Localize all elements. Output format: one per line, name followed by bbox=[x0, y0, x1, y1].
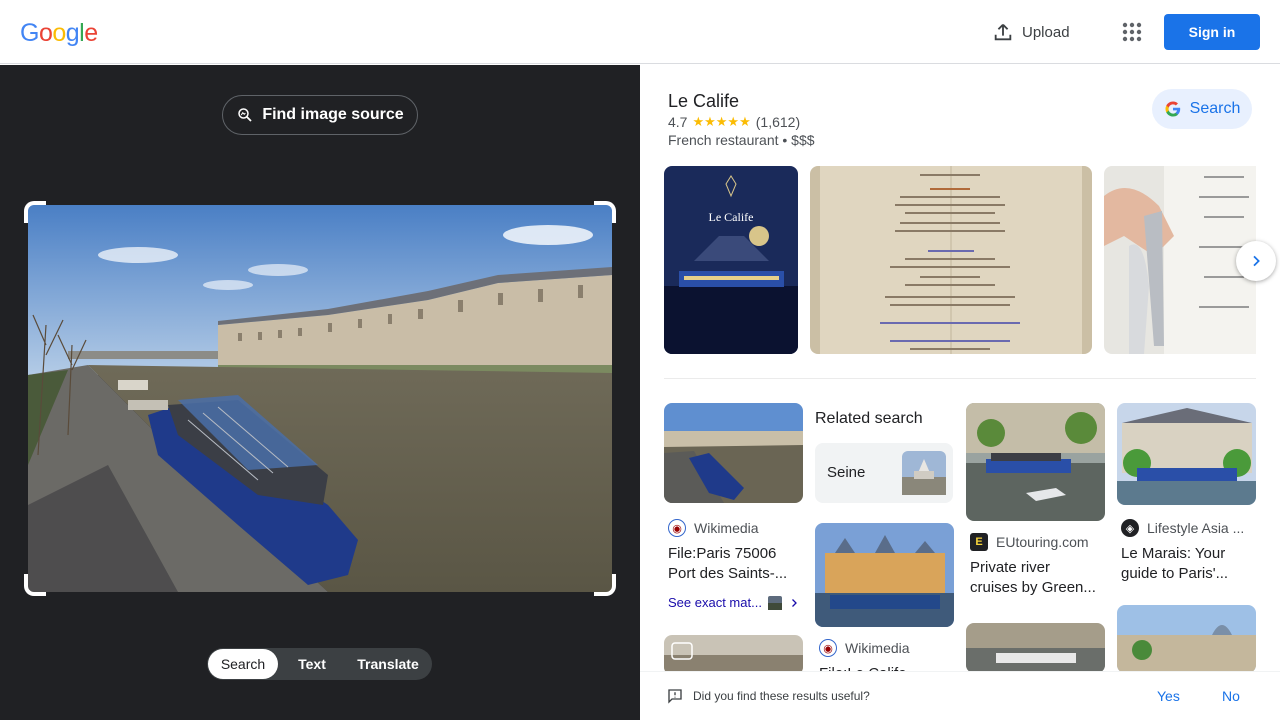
result-source[interactable]: E EUtouring.com bbox=[970, 533, 1089, 551]
feedback-bar: Did you find these results useful? Yes N… bbox=[640, 671, 1280, 720]
mode-text-tab[interactable]: Text bbox=[278, 649, 346, 679]
lens-mode-switcher: Search Text Translate bbox=[207, 648, 432, 680]
logo-letter: o bbox=[38, 19, 53, 47]
review-count: (1,612) bbox=[755, 114, 801, 130]
apps-grid-icon[interactable] bbox=[1120, 20, 1144, 44]
result-image[interactable] bbox=[664, 403, 803, 503]
place-photo-thumb[interactable]: Le Calife bbox=[664, 166, 798, 354]
query-image-panel: Find image source Search Text Translate bbox=[0, 65, 640, 720]
result-source[interactable]: ◉ Wikimedia bbox=[819, 639, 910, 657]
result-image[interactable] bbox=[966, 403, 1105, 521]
upload-button[interactable]: Upload bbox=[992, 20, 1070, 44]
rating-row: 4.7 ★★★★★ (1,612) bbox=[668, 114, 800, 130]
google-search-label: Search bbox=[1189, 100, 1241, 117]
chevron-right-icon bbox=[791, 598, 797, 607]
result-image[interactable] bbox=[1117, 403, 1256, 505]
related-search-chip[interactable]: Seine bbox=[815, 443, 953, 503]
feedback-question: Did you find these results useful? bbox=[693, 689, 870, 703]
result-source-name: Wikimedia bbox=[694, 520, 759, 536]
result-source-name: EUtouring.com bbox=[996, 534, 1089, 550]
find-image-source-label: Find image source bbox=[262, 106, 404, 123]
wikimedia-icon: ◉ bbox=[819, 639, 837, 657]
chevron-right-icon bbox=[1253, 255, 1260, 267]
place-photo-carousel: Le Calife bbox=[664, 166, 1256, 354]
result-source-name: Wikimedia bbox=[845, 640, 910, 656]
see-exact-matches-link[interactable]: See exact mat... bbox=[668, 595, 800, 610]
place-category: French restaurant • $$$ bbox=[668, 132, 815, 148]
lifestyle-asia-icon: ◈ bbox=[1121, 519, 1139, 537]
result-title[interactable]: Le Marais: Your guide to Paris'... bbox=[1121, 544, 1251, 584]
top-bar: Google Upload Sign in bbox=[0, 0, 1280, 64]
carousel-next-button[interactable] bbox=[1236, 241, 1276, 281]
result-source[interactable]: ◉ Wikimedia bbox=[668, 519, 759, 537]
place-photo-thumb[interactable] bbox=[1104, 166, 1256, 354]
result-image[interactable] bbox=[664, 635, 803, 675]
sign-in-button[interactable]: Sign in bbox=[1164, 14, 1260, 50]
related-search-thumb bbox=[902, 451, 946, 495]
related-search-label: Seine bbox=[827, 464, 866, 481]
result-image[interactable] bbox=[815, 523, 954, 627]
divider bbox=[664, 378, 1256, 379]
thumb-logo-text: Le Calife bbox=[709, 210, 754, 224]
find-image-source-button[interactable]: Find image source bbox=[222, 95, 418, 135]
crop-handle-top-right[interactable] bbox=[594, 201, 616, 223]
result-source[interactable]: ◈ Lifestyle Asia ... bbox=[1121, 519, 1244, 537]
image-search-icon bbox=[238, 108, 252, 122]
logo-letter: g bbox=[65, 19, 80, 47]
logo-letter: G bbox=[20, 19, 39, 47]
wikimedia-icon: ◉ bbox=[668, 519, 686, 537]
google-logo[interactable]: Google bbox=[20, 19, 98, 48]
google-search-button[interactable]: Search bbox=[1152, 89, 1252, 129]
logo-letter: o bbox=[52, 19, 66, 47]
mode-translate-tab[interactable]: Translate bbox=[346, 649, 430, 679]
place-title[interactable]: Le Calife bbox=[668, 91, 739, 112]
google-g-icon bbox=[1165, 101, 1180, 117]
crop-handle-bottom-right[interactable] bbox=[594, 574, 616, 596]
result-source-name: Lifestyle Asia ... bbox=[1147, 520, 1245, 536]
crop-handle-top-left[interactable] bbox=[24, 201, 46, 223]
result-image[interactable] bbox=[1117, 605, 1256, 673]
upload-icon bbox=[994, 24, 1012, 41]
related-search-heading: Related search bbox=[815, 410, 923, 427]
feedback-yes-button[interactable]: Yes bbox=[1157, 688, 1180, 704]
rating-value: 4.7 bbox=[668, 114, 688, 130]
rating-stars: ★★★★★ bbox=[692, 114, 751, 129]
result-title[interactable]: Private river cruises by Green... bbox=[970, 558, 1100, 598]
eutouring-icon: E bbox=[970, 533, 988, 551]
results-panel: Le Calife 4.7 ★★★★★ (1,612) French resta… bbox=[640, 65, 1280, 720]
see-exact-matches-label: See exact mat... bbox=[668, 595, 762, 610]
result-title[interactable]: File:Paris 75006 Port des Saints-... bbox=[668, 544, 798, 584]
feedback-no-button[interactable]: No bbox=[1222, 688, 1240, 704]
upload-label: Upload bbox=[1022, 23, 1070, 41]
mode-search-tab[interactable]: Search bbox=[208, 649, 278, 679]
logo-letter: e bbox=[84, 19, 98, 47]
crop-selection[interactable] bbox=[24, 201, 616, 596]
result-image[interactable] bbox=[966, 623, 1105, 673]
feedback-icon bbox=[668, 689, 682, 704]
exact-match-thumb-icon bbox=[767, 595, 782, 610]
crop-handle-bottom-left[interactable] bbox=[24, 574, 46, 596]
place-photo-thumb[interactable] bbox=[810, 166, 1092, 354]
query-photo bbox=[28, 205, 612, 592]
